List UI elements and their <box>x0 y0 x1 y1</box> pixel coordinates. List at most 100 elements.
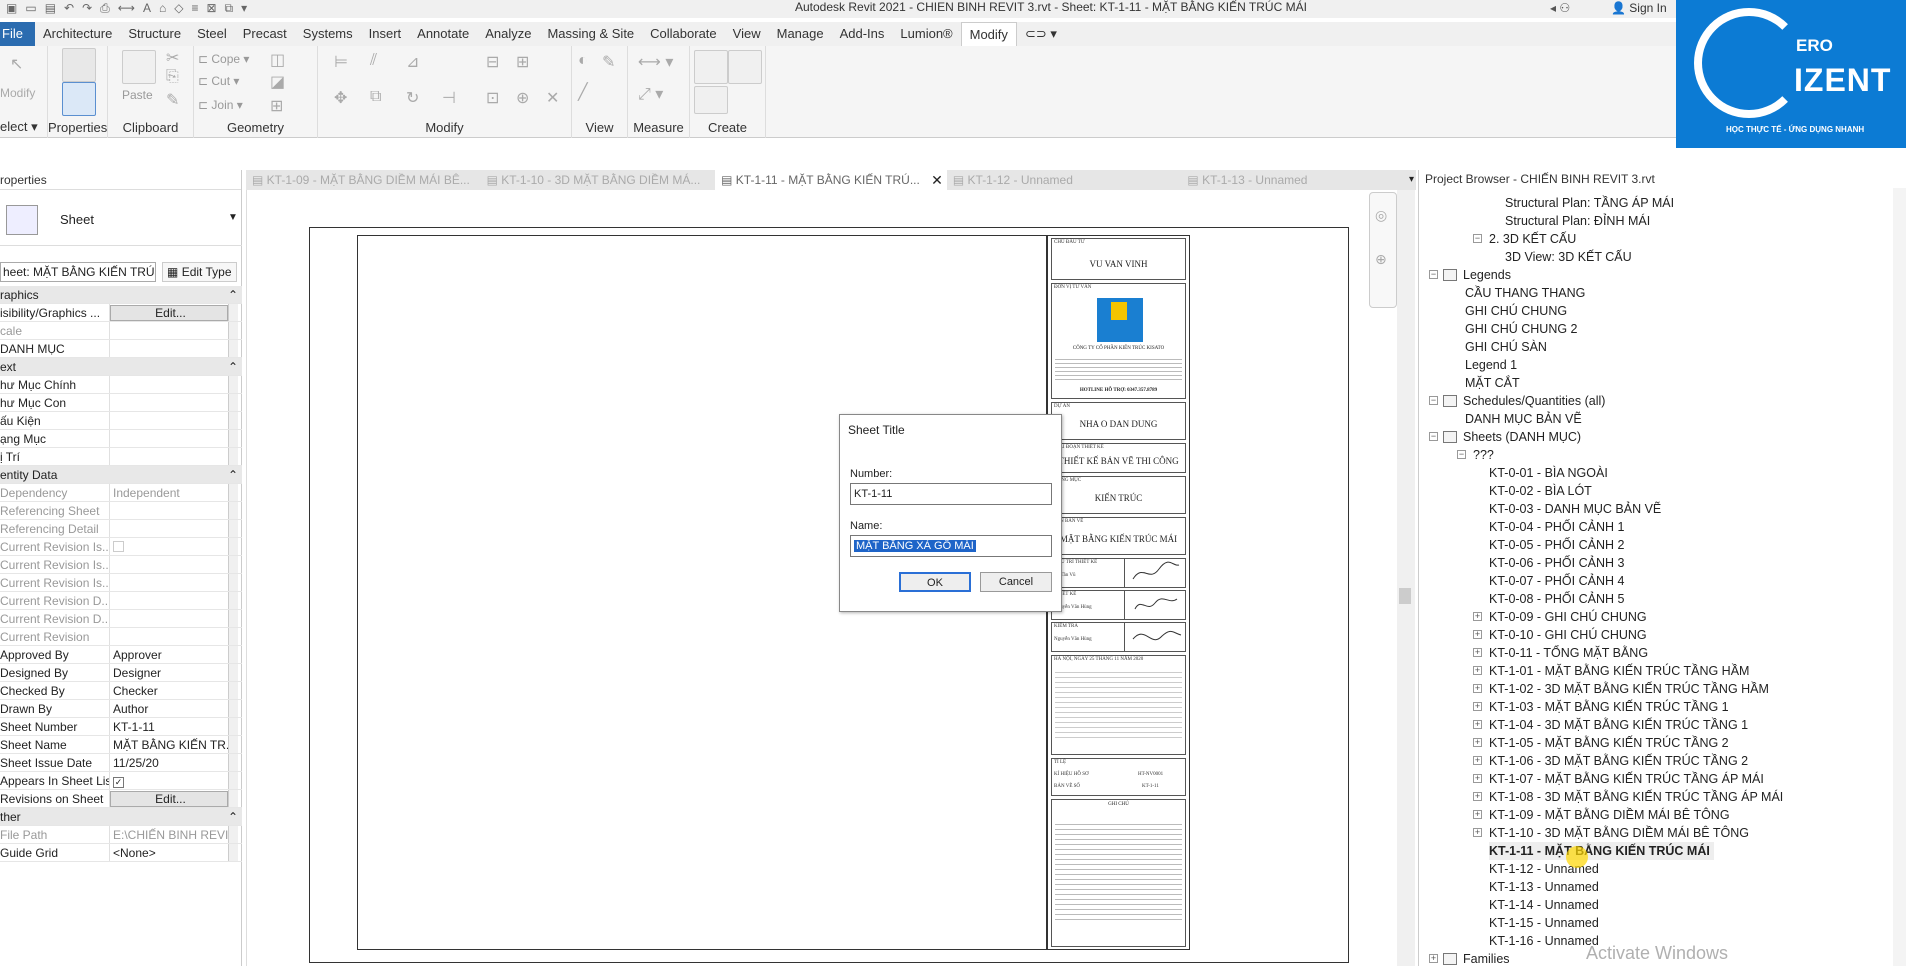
ribbon-tab-add-ins[interactable]: Add-Ins <box>832 22 893 46</box>
wall-joins-icon[interactable]: ⊞ <box>270 96 283 116</box>
browser-tree-item[interactable]: KT-0-05 - PHỐI CẢNH 2 <box>1489 536 1624 554</box>
mirror-icon[interactable]: ⊿ <box>406 52 419 72</box>
cancel-button[interactable]: Cancel <box>980 572 1052 592</box>
doc-tab[interactable]: ▤ KT-1-09 - MẶT BẰNG DIỀM MÁI BÊ... <box>246 170 481 190</box>
browser-tree-item[interactable]: KT-1-04 - 3D MẶT BẰNG KIẾN TRÚC TẦNG 1 <box>1489 716 1748 734</box>
paste-label[interactable]: Paste <box>122 88 153 102</box>
doc-tab[interactable]: ▤ KT-1-13 - Unnamed <box>1181 170 1416 190</box>
split-icon[interactable]: ⊟ <box>486 52 499 72</box>
collapse-toggle-icon[interactable]: − <box>1429 270 1438 279</box>
collapse-toggle-icon[interactable]: − <box>1473 234 1482 243</box>
create-parts-icon[interactable] <box>694 50 728 84</box>
doc-tab[interactable]: ▤ KT-1-10 - 3D MẶT BẰNG DIỀM MÁ... <box>481 170 716 190</box>
property-value[interactable] <box>110 322 228 339</box>
override-icon[interactable]: ✎ <box>602 52 615 72</box>
split-face-icon[interactable]: ◫ <box>270 50 285 70</box>
app-icon[interactable]: ▣ <box>6 1 17 16</box>
pin-icon[interactable]: ⊕ <box>516 88 529 108</box>
browser-tree-item[interactable]: 2. 3D KẾT CẤU <box>1489 230 1576 248</box>
3d-view-icon[interactable]: ⌂ <box>159 1 166 16</box>
paste-icon[interactable] <box>122 50 156 84</box>
property-value[interactable]: ✓ <box>110 772 228 789</box>
browser-tree-item[interactable]: KT-1-01 - MẶT BẰNG KIẾN TRÚC TẦNG HẦM <box>1489 662 1749 680</box>
modify-tool-label[interactable]: Modify <box>0 86 35 100</box>
browser-tree-item[interactable]: GHI CHÚ CHUNG <box>1465 302 1567 320</box>
type-properties-icon[interactable] <box>62 48 96 82</box>
edit-button[interactable]: Edit... <box>110 305 228 321</box>
expand-toggle-icon[interactable]: + <box>1473 684 1482 693</box>
browser-tree-item[interactable]: KT-1-02 - 3D MẶT BẰNG KIẾN TRÚC TẦNG HẦM <box>1489 680 1769 698</box>
browser-tree-item[interactable]: KT-0-08 - PHỐI CẢNH 5 <box>1489 590 1624 608</box>
zoom-icon[interactable]: ⊕ <box>1375 251 1387 268</box>
instance-filter-dropdown[interactable]: heet: MẶT BẰNG KIẾN TRÚ ⌄ <box>0 262 156 282</box>
section-icon[interactable]: ◇ <box>174 1 183 16</box>
text-icon[interactable]: A <box>143 1 151 16</box>
ribbon-tab-view[interactable]: View <box>725 22 769 46</box>
browser-tree-item[interactable]: KT-1-16 - Unnamed <box>1489 932 1599 950</box>
steering-wheel-icon[interactable]: ◎ <box>1375 207 1387 224</box>
cut-geometry-button[interactable]: ⊏ Cut ▾ <box>198 74 239 88</box>
browser-tree-item[interactable]: KT-1-14 - Unnamed <box>1489 896 1599 914</box>
close-hidden-icon[interactable]: ⊠ <box>206 1 216 16</box>
property-value[interactable] <box>110 448 228 465</box>
checkbox[interactable]: ✓ <box>113 777 124 788</box>
hide-icon[interactable]: ◐ <box>578 52 588 70</box>
property-value[interactable] <box>110 394 228 411</box>
collapse-toggle-icon[interactable]: − <box>1457 450 1466 459</box>
delete-icon[interactable]: ✕ <box>546 88 559 108</box>
browser-tree-item[interactable]: KT-0-07 - PHỐI CẢNH 4 <box>1489 572 1624 590</box>
browser-tree-item[interactable]: KT-1-10 - 3D MẶT BẰNG DIỀM MÁI BÊ TÔNG <box>1489 824 1749 842</box>
property-value[interactable]: E:\CHIẾN BINH REVI... <box>110 826 228 843</box>
ribbon-tab-steel[interactable]: Steel <box>189 22 235 46</box>
property-value[interactable] <box>110 376 228 393</box>
copy-icon[interactable]: ⎘ <box>166 68 179 86</box>
property-value[interactable]: 11/25/20 <box>110 754 228 771</box>
ribbon-tab-insert[interactable]: Insert <box>361 22 410 46</box>
scale-icon[interactable]: ⊡ <box>486 88 499 108</box>
browser-tree-item[interactable]: 3D View: 3D KẾT CẤU <box>1505 248 1632 266</box>
ribbon-tab-file[interactable]: File <box>0 22 35 46</box>
browser-tree-item[interactable]: KT-0-04 - PHỐI CẢNH 1 <box>1489 518 1624 536</box>
browser-tree-item[interactable]: KT-1-03 - MẶT BẰNG KIẾN TRÚC TẦNG 1 <box>1489 698 1729 716</box>
type-selector[interactable]: Sheet ▼ <box>0 190 242 246</box>
browser-scrollbar[interactable] <box>1893 188 1906 966</box>
join-button[interactable]: ⊏ Join ▾ <box>198 98 243 112</box>
expand-toggle-icon[interactable]: + <box>1473 720 1482 729</box>
measure-icon[interactable]: ⟷ <box>118 1 135 16</box>
collapse-icon[interactable]: ⌃ <box>228 466 242 483</box>
property-value[interactable] <box>110 628 228 645</box>
browser-tree-item[interactable]: Sheets (DANH MỤC) <box>1463 428 1581 446</box>
expand-toggle-icon[interactable]: + <box>1473 666 1482 675</box>
thin-lines-icon[interactable]: ≡ <box>191 1 198 16</box>
measure-between-icon[interactable]: ⟷ ▾ <box>638 52 673 72</box>
ribbon-tab-collaborate[interactable]: Collaborate <box>642 22 725 46</box>
copy-elements-icon[interactable]: ⧉ <box>370 88 381 106</box>
collapse-toggle-icon[interactable]: − <box>1429 396 1438 405</box>
tab-list-dropdown-icon[interactable]: ▾ <box>1409 170 1414 190</box>
cope-button[interactable]: ⊏ Cope ▾ <box>198 52 249 66</box>
ok-button[interactable]: OK <box>899 572 971 592</box>
doc-tab[interactable]: ▤ KT-1-12 - Unnamed <box>947 170 1182 190</box>
property-value[interactable]: MẶT BẰNG KIẾN TR... <box>110 736 228 753</box>
scroll-thumb[interactable] <box>1399 588 1411 604</box>
move-icon[interactable]: ✥ <box>334 88 347 108</box>
browser-tree-item[interactable]: KT-0-03 - DANH MỤC BẢN VẼ <box>1489 500 1661 518</box>
binoculars-icon[interactable]: ◂ ⚇ <box>1550 1 1570 15</box>
expand-toggle-icon[interactable]: + <box>1473 810 1482 819</box>
browser-tree-item[interactable]: KT-1-08 - 3D MẶT BẰNG KIẾN TRÚC TẦNG ÁP … <box>1489 788 1783 806</box>
browser-tree-item[interactable]: KT-0-06 - PHỐI CẢNH 3 <box>1489 554 1624 572</box>
property-value[interactable] <box>110 520 228 537</box>
ribbon-tab-analyze[interactable]: Analyze <box>477 22 539 46</box>
property-value[interactable] <box>110 412 228 429</box>
property-value[interactable]: <None> <box>110 844 228 861</box>
contextual-tab-dropdown[interactable]: ⊂⊃ ▾ <box>1017 22 1065 46</box>
property-value[interactable] <box>110 502 228 519</box>
canvas-scrollbar[interactable] <box>1397 190 1415 966</box>
property-value[interactable]: Checker <box>110 682 228 699</box>
dimension-icon[interactable]: ⤢ ▾ <box>638 84 663 104</box>
browser-tree-item[interactable]: KT-1-09 - MẶT BẰNG DIỀM MÁI BÊ TÔNG <box>1489 806 1730 824</box>
browser-tree-item[interactable]: KT-1-15 - Unnamed <box>1489 914 1599 932</box>
property-value[interactable] <box>110 574 228 591</box>
checkbox[interactable] <box>113 541 124 552</box>
customize-icon[interactable]: ▾ <box>241 1 247 16</box>
